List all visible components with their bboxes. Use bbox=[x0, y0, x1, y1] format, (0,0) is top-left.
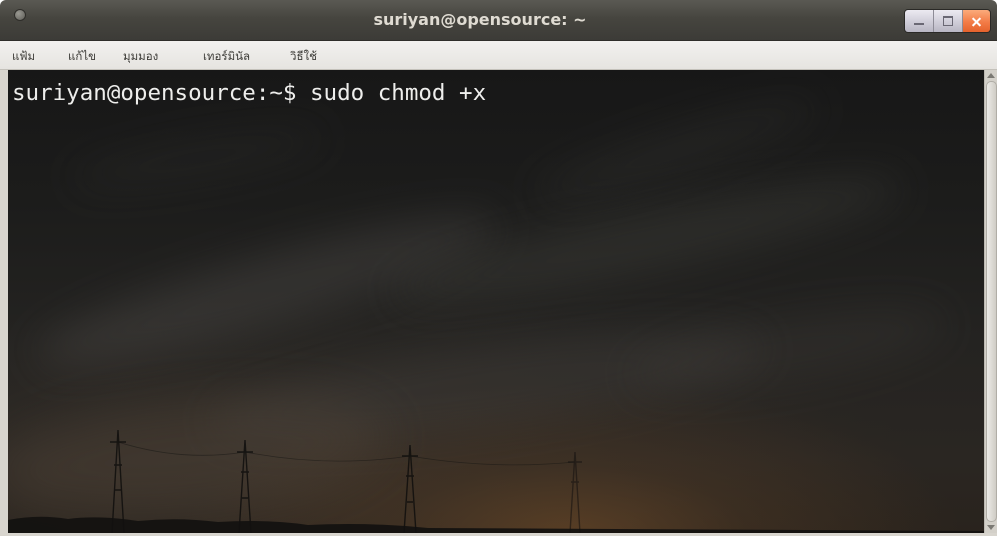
window-title: suriyan@opensource: ~ bbox=[373, 10, 587, 29]
minimize-icon bbox=[914, 23, 924, 25]
power-tower bbox=[110, 429, 126, 533]
shell-prompt: suriyan@opensource:~$ bbox=[12, 80, 297, 106]
minimize-button[interactable] bbox=[905, 10, 934, 32]
menu-edit[interactable]: แก้ไข bbox=[68, 48, 96, 64]
scroll-down-arrow-icon[interactable] bbox=[987, 525, 995, 530]
power-tower bbox=[402, 444, 418, 533]
close-button[interactable] bbox=[963, 10, 990, 32]
menu-help[interactable]: วิธีใช้ bbox=[290, 48, 317, 64]
horizon-silhouette bbox=[8, 516, 984, 533]
background-landscape bbox=[8, 429, 984, 533]
vertical-scrollbar[interactable] bbox=[984, 70, 997, 533]
terminal-line: suriyan@opensource:~$ sudo chmod +x bbox=[12, 79, 486, 107]
power-towers bbox=[110, 429, 582, 533]
title-bar[interactable]: suriyan@opensource: ~ bbox=[0, 0, 997, 41]
scroll-thumb[interactable] bbox=[986, 81, 997, 522]
menu-bar: แฟ้ม แก้ไข มุมมอง เทอร์มินัล วิธีใช้ bbox=[0, 41, 997, 70]
power-lines bbox=[117, 441, 576, 466]
maximize-icon bbox=[943, 16, 953, 26]
power-tower bbox=[568, 451, 582, 533]
menu-terminal[interactable]: เทอร์มินัล bbox=[203, 48, 250, 64]
window-controls bbox=[904, 9, 991, 33]
shell-command: sudo chmod +x bbox=[310, 80, 487, 106]
scroll-up-arrow-icon[interactable] bbox=[987, 73, 995, 78]
menu-file[interactable]: แฟ้ม bbox=[12, 48, 35, 64]
menu-view[interactable]: มุมมอง bbox=[123, 48, 158, 64]
power-tower bbox=[237, 439, 253, 533]
maximize-button[interactable] bbox=[934, 10, 963, 32]
terminal-window: suriyan@opensource: ~ แฟ้ม แก้ไข มุมมอง … bbox=[0, 0, 997, 536]
close-icon bbox=[971, 16, 982, 27]
terminal-area[interactable]: suriyan@opensource:~$ sudo chmod +x bbox=[8, 70, 984, 533]
